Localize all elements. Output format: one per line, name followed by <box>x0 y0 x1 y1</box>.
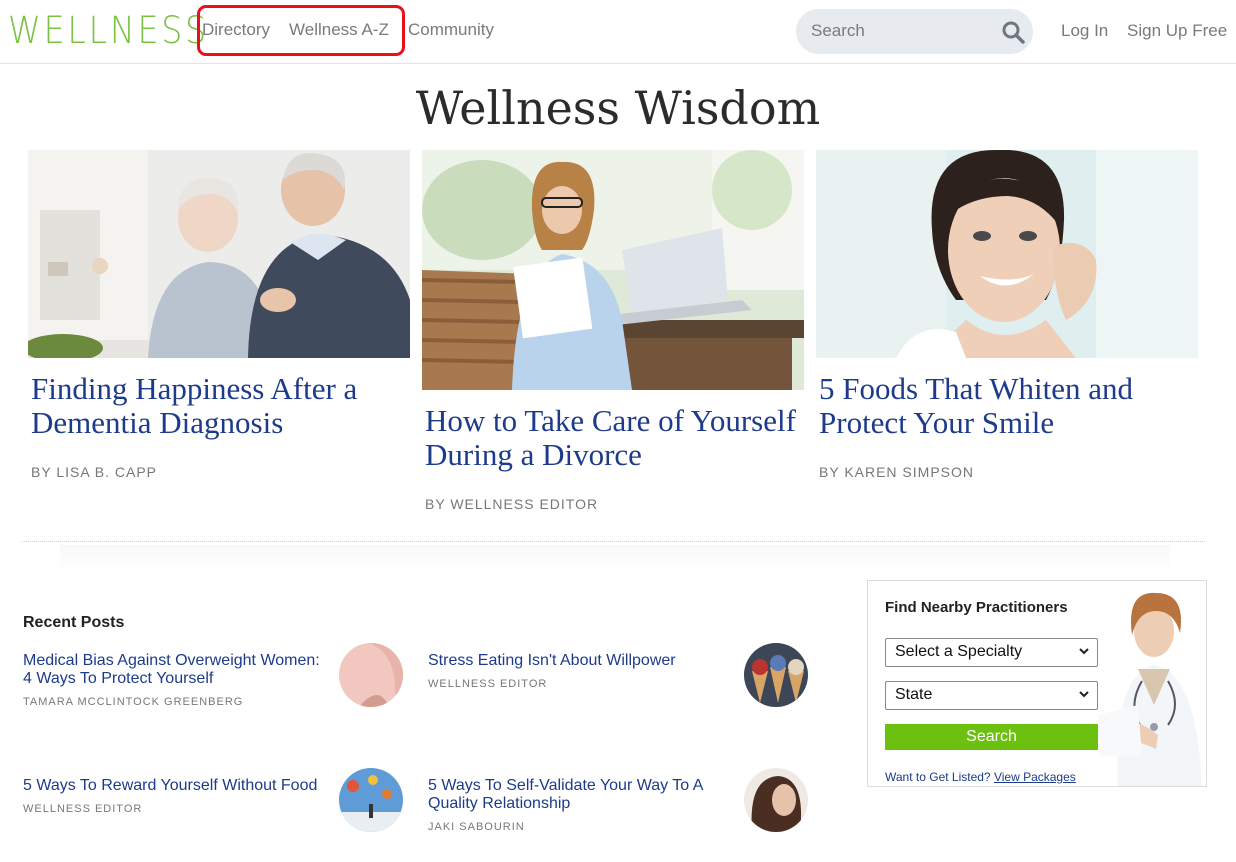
recent-post[interactable]: 5 Ways To Reward Yourself Without Food W… <box>23 768 413 847</box>
search-input[interactable] <box>811 21 991 41</box>
article-title[interactable]: 5 Foods That Whiten and Protect Your Smi… <box>819 372 1195 440</box>
post-title[interactable]: Stress Eating Isn't About Willpower <box>428 652 728 670</box>
article-byline: BY LISA B. CAPP <box>31 464 158 480</box>
post-author: TAMARA MCCLINTOCK GREENBERG <box>23 696 244 708</box>
post-thumbnail-skin[interactable] <box>339 643 403 707</box>
nav-community[interactable]: Community <box>408 20 494 40</box>
state-select[interactable]: State <box>885 681 1098 710</box>
practitioner-search-button[interactable]: Search <box>885 724 1098 750</box>
post-thumbnail-balloons[interactable] <box>339 768 403 832</box>
article-image-smiling-woman[interactable] <box>816 150 1198 358</box>
specialty-select[interactable]: Select a Specialty <box>885 638 1098 667</box>
find-practitioners-widget: Find Nearby Practitioners Select a Speci… <box>867 580 1207 787</box>
view-packages-link[interactable]: View Packages <box>994 770 1076 784</box>
article-byline: BY KAREN SIMPSON <box>819 464 975 480</box>
site-header: WELLNESS Directory Wellness A-Z Communit… <box>0 0 1236 64</box>
login-link[interactable]: Log In <box>1061 21 1108 41</box>
post-thumbnail-ice-cream[interactable] <box>744 643 808 707</box>
search-box[interactable] <box>796 9 1033 54</box>
post-title[interactable]: 5 Ways To Self-Validate Your Way To A Qu… <box>428 777 728 813</box>
section-divider <box>22 541 1205 542</box>
post-author: WELLNESS EDITOR <box>428 678 548 690</box>
recent-post[interactable]: 5 Ways To Self-Validate Your Way To A Qu… <box>428 768 818 847</box>
chevron-down-icon <box>1079 648 1089 655</box>
post-author: WELLNESS EDITOR <box>23 803 143 815</box>
article-title[interactable]: How to Take Care of Yourself During a Di… <box>425 404 801 472</box>
article-card[interactable]: How to Take Care of Yourself During a Di… <box>422 150 804 512</box>
get-listed-text: Want to Get Listed? <box>885 770 991 784</box>
article-card[interactable]: Finding Happiness After a Dementia Diagn… <box>28 150 410 480</box>
signup-link[interactable]: Sign Up Free <box>1127 21 1227 41</box>
search-icon[interactable] <box>1001 20 1025 44</box>
article-image-couple[interactable] <box>28 150 410 358</box>
specialty-select-value: Select a Specialty <box>895 643 1023 660</box>
recent-post[interactable]: Stress Eating Isn't About Willpower WELL… <box>428 643 818 722</box>
state-select-value: State <box>895 686 933 703</box>
recent-posts-heading: Recent Posts <box>23 614 125 631</box>
doctor-illustration <box>1098 592 1202 786</box>
post-author: JAKI SABOURIN <box>428 821 525 833</box>
nav-highlight-box <box>197 5 405 56</box>
article-image-woman-reading[interactable] <box>422 150 804 390</box>
section-shadow <box>60 545 1170 575</box>
site-logo[interactable]: WELLNESS <box>8 8 209 54</box>
article-card[interactable]: 5 Foods That Whiten and Protect Your Smi… <box>816 150 1198 480</box>
recent-post[interactable]: Medical Bias Against Overweight Women: 4… <box>23 643 413 722</box>
chevron-down-icon <box>1079 691 1089 698</box>
widget-footer: Want to Get Listed? View Packages <box>885 770 1076 784</box>
article-title[interactable]: Finding Happiness After a Dementia Diagn… <box>31 372 407 440</box>
post-thumbnail-woman[interactable] <box>744 768 808 832</box>
widget-title: Find Nearby Practitioners <box>885 599 1068 616</box>
article-byline: BY WELLNESS EDITOR <box>425 496 599 512</box>
section-title: Wellness Wisdom <box>415 81 821 135</box>
post-title[interactable]: Medical Bias Against Overweight Women: 4… <box>23 652 323 688</box>
post-title[interactable]: 5 Ways To Reward Yourself Without Food <box>23 777 323 795</box>
